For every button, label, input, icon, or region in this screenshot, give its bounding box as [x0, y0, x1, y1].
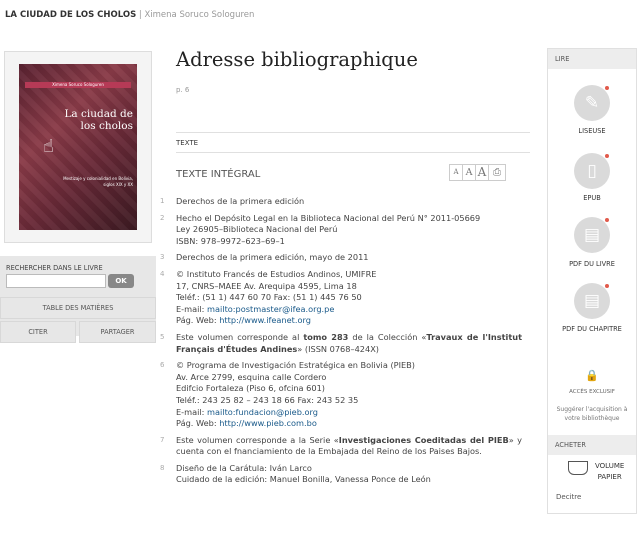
- font-large-button[interactable]: A: [476, 165, 489, 180]
- print-icon[interactable]: ⎙: [489, 165, 505, 180]
- epub-label[interactable]: EPUB: [548, 194, 636, 202]
- cite-button[interactable]: CITER: [0, 321, 76, 343]
- email-link[interactable]: mailto:fundacion@pieb.org: [207, 407, 318, 417]
- exclusive-access-label: ACCÈS EXCLUSIF: [569, 389, 615, 395]
- pdf-livre-label[interactable]: PDF DU LIVRE: [548, 260, 636, 268]
- list-item: 7 Este volumen corresponde a la Serie «In…: [160, 434, 522, 457]
- book-title[interactable]: LA CIUDAD DE LOS CHOLOS: [5, 10, 136, 20]
- font-small-button[interactable]: A: [450, 165, 463, 180]
- lire-header: LIRE: [548, 49, 636, 69]
- book-cover[interactable]: Ximena Soruco Sologuren La ciudad de los…: [19, 64, 137, 230]
- book-icon: [568, 461, 588, 475]
- search-input[interactable]: [6, 274, 106, 288]
- cover-author: Ximena Soruco Sologuren: [25, 82, 131, 88]
- toc-button[interactable]: TABLE DES MATIÈRES: [0, 297, 156, 319]
- book-author[interactable]: Ximena Soruco Sologuren: [144, 10, 254, 20]
- acheter-header: ACHETER: [548, 435, 636, 455]
- font-medium-button[interactable]: A: [463, 165, 476, 180]
- pdf-chapitre-label[interactable]: PDF DU CHAPITRE: [548, 325, 636, 333]
- pdf-chapitre-button[interactable]: ▤: [574, 283, 610, 319]
- section-label: TEXTE: [176, 139, 199, 147]
- share-button[interactable]: PARTAGER: [79, 321, 156, 343]
- search-ok-button[interactable]: OK: [108, 274, 134, 288]
- store-link[interactable]: Decitre: [556, 493, 581, 501]
- web-link[interactable]: http://www.ifeanet.org: [219, 315, 311, 325]
- lock-icon: 🔒: [585, 369, 599, 382]
- page-number: p. 6: [176, 86, 190, 94]
- suggest-link[interactable]: Suggérer l'acquisition à votre bibliothè…: [548, 405, 636, 423]
- read-sidebar: LIRE ✎ LISEUSE ▯ EPUB ▤ PDF DU LIVRE ▤ P…: [547, 48, 637, 514]
- liseuse-label[interactable]: LISEUSE: [548, 127, 636, 135]
- epub-button[interactable]: ▯: [574, 153, 610, 189]
- list-item: 6 © Programa de Investigación Estratégica…: [160, 360, 415, 429]
- buy-volume-papier[interactable]: VOLUME PAPIER: [595, 461, 624, 483]
- list-item: 8 Diseño de la Carátula: Iván Larco Cuidad…: [160, 462, 431, 485]
- new-badge: [604, 217, 610, 223]
- font-size-controls: A A A ⎙: [449, 164, 506, 181]
- breadcrumb-separator: |: [138, 10, 142, 20]
- email-link[interactable]: mailto:postmaster@ifea.org.pe: [207, 304, 334, 314]
- cover-texture: [19, 64, 137, 230]
- divider: [176, 152, 530, 153]
- cover-frame: Ximena Soruco Sologuren La ciudad de los…: [4, 51, 152, 243]
- pdf-livre-button[interactable]: ▤: [574, 217, 610, 253]
- breadcrumb: LA CIUDAD DE LOS CHOLOS | Ximena Soruco …: [5, 10, 254, 20]
- page-title: Adresse bibliographique: [176, 48, 418, 71]
- list-item: 4 © Instituto Francés de Estudios Andinos…: [160, 268, 377, 326]
- new-badge: [604, 283, 610, 289]
- new-badge: [604, 153, 610, 159]
- list-item: 3 Derechos de la primera edición, mayo de…: [160, 252, 369, 263]
- list-item: 2 Hecho el Depósito Legal en la Bibliotec…: [160, 212, 481, 246]
- cover-title: La ciudad de los cholos: [64, 108, 133, 133]
- new-badge: [604, 85, 610, 91]
- list-item: 5 Este volumen corresponde al tomo 283 de…: [160, 331, 522, 354]
- divider: [176, 132, 530, 133]
- hand-cursor-icon: ☝: [43, 136, 54, 157]
- web-link[interactable]: http://www.pieb.com.bo: [219, 418, 317, 428]
- search-label: RECHERCHER DANS LE LIVRE: [6, 264, 103, 272]
- text-list: 1 Derechos de la primera edición 2 Hecho e…: [160, 196, 522, 486]
- liseuse-button[interactable]: ✎: [574, 85, 610, 121]
- list-item: 1 Derechos de la primera edición: [160, 196, 305, 206]
- full-text-heading: TEXTE INTÉGRAL: [176, 169, 261, 180]
- cover-subtitle: Mestizaje y colonialidad en Bolivia, sig…: [63, 176, 133, 187]
